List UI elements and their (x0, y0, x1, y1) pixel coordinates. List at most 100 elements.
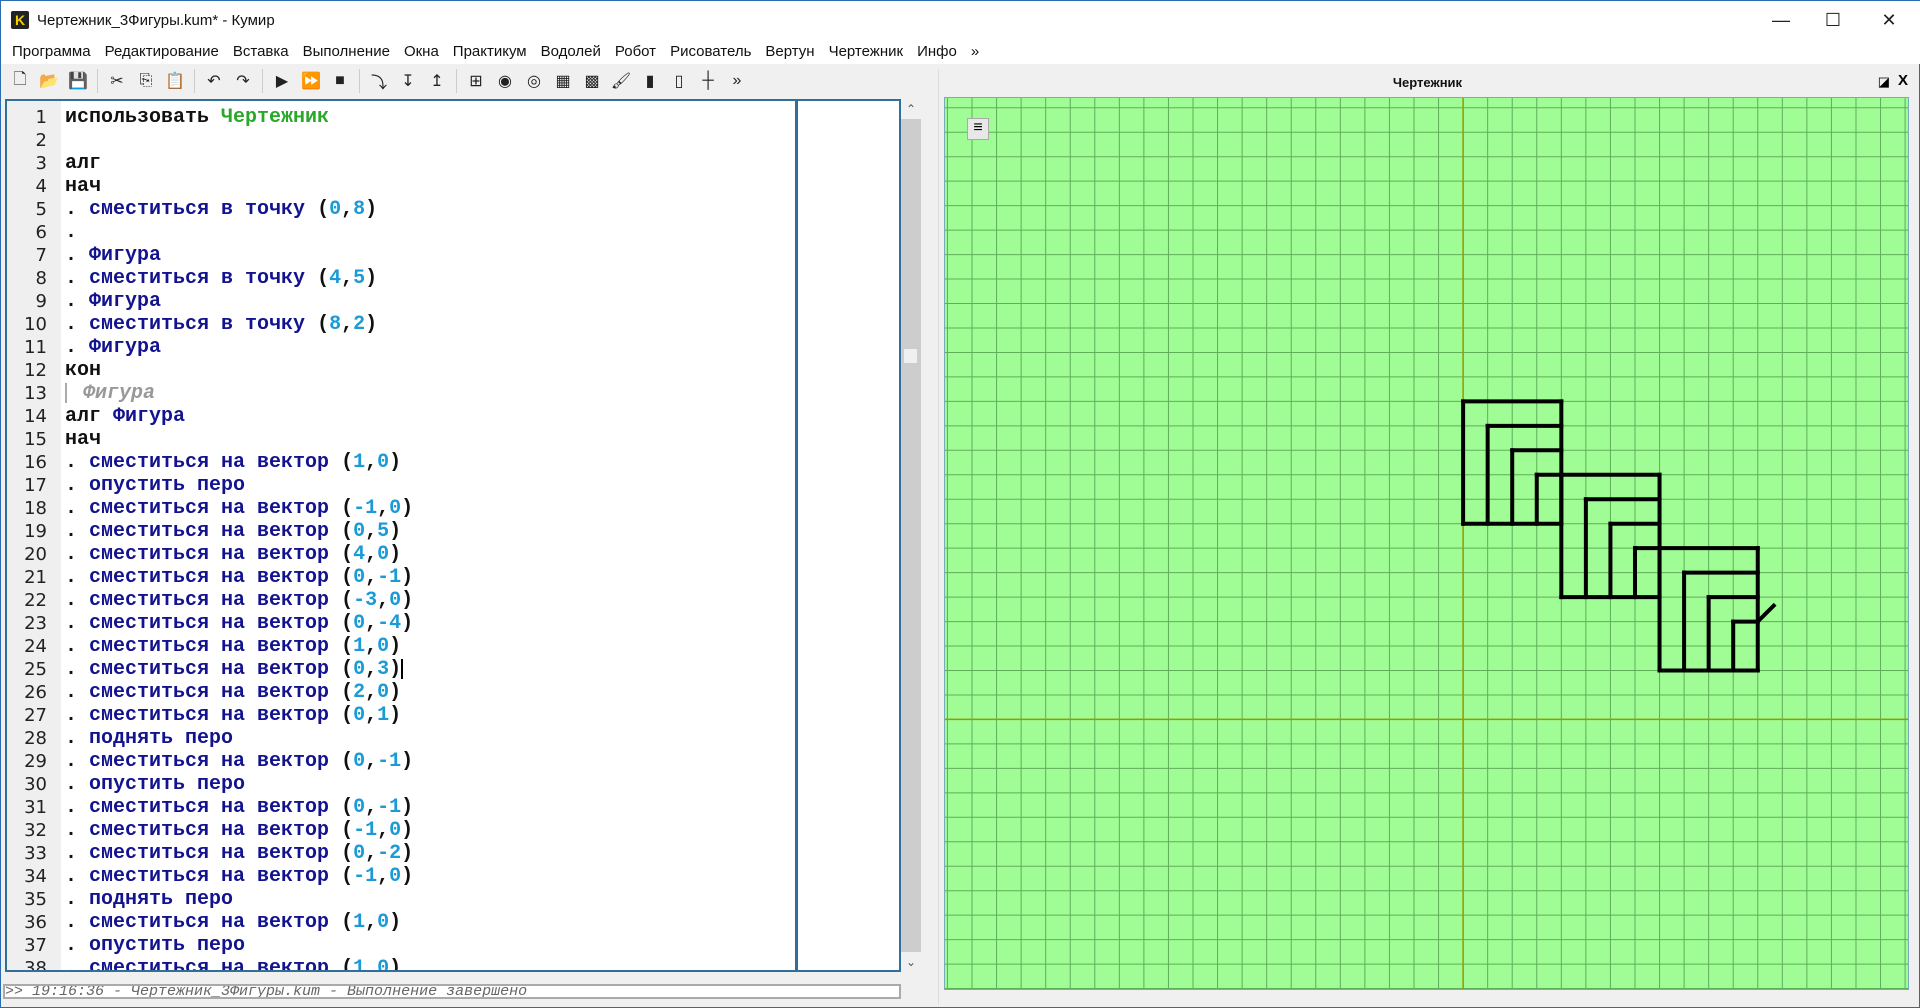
maximize-button[interactable]: ☐ (1805, 1, 1861, 39)
undo-button[interactable]: ↶ (201, 68, 227, 94)
code-line[interactable]: 33. сместиться на вектор (0,-2) (7, 842, 787, 865)
code-line[interactable]: 7. Фигура (7, 244, 787, 267)
code-line[interactable]: 6. (7, 221, 787, 244)
scrollbar-thumb[interactable] (904, 349, 917, 363)
code-line[interactable]: 11. Фигура (7, 336, 787, 359)
close-button[interactable]: ✕ (1861, 1, 1917, 39)
redo-button[interactable]: ↷ (230, 68, 256, 94)
code-line[interactable]: 5. сместиться в точку (0,8) (7, 198, 787, 221)
minimize-button[interactable]: — (1753, 1, 1809, 39)
code-line[interactable]: 19. сместиться на вектор (0,5) (7, 520, 787, 543)
menu-item-12[interactable]: » (964, 43, 986, 60)
code-text: . сместиться на вектор (0,-4) (65, 612, 413, 635)
code-line[interactable]: 27. сместиться на вектор (0,1) (7, 704, 787, 727)
token-act: сместиться на вектор (89, 819, 342, 842)
painter-actor-button[interactable]: 🖌 (608, 68, 634, 94)
scroll-up-icon[interactable]: ⌃ (901, 99, 921, 119)
float-panel-icon[interactable]: ◪ (1878, 74, 1890, 90)
menu-item-5[interactable]: Практикум (446, 43, 534, 60)
code-line[interactable]: 34. сместиться на вектор (-1,0) (7, 865, 787, 888)
code-line[interactable]: 10. сместиться в точку (8,2) (7, 313, 787, 336)
menu-item-7[interactable]: Робот (608, 43, 663, 60)
line-number: 21 (24, 567, 47, 588)
stop-button[interactable]: ■ (327, 68, 353, 94)
turtle-actor-button[interactable]: ▮ (637, 68, 663, 94)
step-run-button[interactable]: ⏩ (298, 68, 324, 94)
save-button[interactable]: 💾 (65, 68, 91, 94)
robot-actor-button[interactable]: ▦ (550, 68, 576, 94)
menu-item-2[interactable]: Вставка (226, 43, 296, 60)
menu-item-8[interactable]: Рисователь (663, 43, 758, 60)
cut-button[interactable]: ✂ (104, 68, 130, 94)
code-line[interactable]: 13 Фигура (7, 382, 787, 405)
token-pun: , (365, 566, 378, 589)
menu-item-9[interactable]: Вертун (758, 43, 821, 60)
line-number: 6 (35, 222, 47, 243)
vodoley-actor-button[interactable]: ◉ (492, 68, 518, 94)
menu-item-0[interactable]: Программа (5, 43, 98, 60)
code-line[interactable]: 18. сместиться на вектор (-1,0) (7, 497, 787, 520)
menu-icon[interactable]: ≡ (967, 118, 989, 140)
token-act: сместиться на вектор (89, 750, 342, 773)
code-line[interactable]: 16. сместиться на вектор (1,0) (7, 451, 787, 474)
menu-item-6[interactable]: Водолей (534, 43, 608, 60)
code-line[interactable]: 2 (7, 129, 787, 152)
code-line[interactable]: 23. сместиться на вектор (0,-4) (7, 612, 787, 635)
code-line[interactable]: 21. сместиться на вектор (0,-1) (7, 566, 787, 589)
token-pun: ) (401, 819, 414, 842)
code-line[interactable]: 36. сместиться на вектор (1,0) (7, 911, 787, 934)
code-line[interactable]: 32. сместиться на вектор (-1,0) (7, 819, 787, 842)
code-line[interactable]: 38. сместиться на вектор (1,0) (7, 957, 787, 970)
code-line[interactable]: 26. сместиться на вектор (2,0) (7, 681, 787, 704)
code-line[interactable]: 37. опустить перо (7, 934, 787, 957)
code-line[interactable]: 29. сместиться на вектор (0,-1) (7, 750, 787, 773)
token-pun: . (65, 336, 90, 359)
code-line[interactable]: 22. сместиться на вектор (-3,0) (7, 589, 787, 612)
code-line[interactable]: 25. сместиться на вектор (0,3) (7, 658, 787, 681)
code-line[interactable]: 3 алг (7, 152, 787, 175)
run-button[interactable]: ▶ (269, 68, 295, 94)
code-editor[interactable]: 1 использовать Чертежник 2 3 алг 4 нач 5. смест… (5, 99, 901, 972)
open-folder-button[interactable]: 📂 (36, 68, 62, 94)
code-line[interactable]: 9. Фигура (7, 290, 787, 313)
menu-item-11[interactable]: Инфо (910, 43, 964, 60)
more-button[interactable]: » (724, 68, 750, 94)
code-line[interactable]: 17. опустить перо (7, 474, 787, 497)
token-pun: . (65, 244, 90, 267)
code-line[interactable]: 12 кон (7, 359, 787, 382)
output-console[interactable]: >> 19:16:36 - Чертежник_3Фигуры.kum - Вы… (3, 984, 901, 999)
vodoley-window-button[interactable]: ◎ (521, 68, 547, 94)
close-panel-icon[interactable]: X (1898, 72, 1908, 89)
step-over-icon: ⤵ (370, 75, 387, 92)
code-line[interactable]: 28. поднять перо (7, 727, 787, 750)
code-line[interactable]: 15 нач (7, 428, 787, 451)
code-line[interactable]: 24. сместиться на вектор (1,0) (7, 635, 787, 658)
counter-actor-button[interactable]: ⊞ (463, 68, 489, 94)
code-line[interactable]: 14 алг Фигура (7, 405, 787, 428)
code-line[interactable]: 35. поднять перо (7, 888, 787, 911)
step-out-button[interactable]: ↥ (424, 68, 450, 94)
menu-item-10[interactable]: Чертежник (822, 43, 911, 60)
menu-item-3[interactable]: Выполнение (296, 43, 397, 60)
robot-window-button[interactable]: ▩ (579, 68, 605, 94)
code-line[interactable]: 30. опустить перо (7, 773, 787, 796)
drawer-actor-button[interactable]: ┼ (695, 68, 721, 94)
more-icon: » (732, 72, 742, 89)
menu-item-4[interactable]: Окна (397, 43, 446, 60)
code-line[interactable]: 20. сместиться на вектор (4,0) (7, 543, 787, 566)
scroll-down-icon[interactable]: ⌄ (901, 952, 921, 972)
toolbar-separator (359, 69, 360, 93)
turtle-window-button[interactable]: ▯ (666, 68, 692, 94)
step-into-button[interactable]: ↧ (395, 68, 421, 94)
menu-item-1[interactable]: Редактирование (98, 43, 226, 60)
new-file-button[interactable]: 🗋 (7, 68, 33, 94)
code-line[interactable]: 31. сместиться на вектор (0,-1) (7, 796, 787, 819)
step-over-button[interactable]: ⤵ (366, 68, 392, 94)
paste-button[interactable]: 📋 (162, 68, 188, 94)
code-line[interactable]: 8. сместиться в точку (4,5) (7, 267, 787, 290)
copy-button[interactable]: ⎘ (133, 68, 159, 94)
code-line[interactable]: 4 нач (7, 175, 787, 198)
drawer-canvas[interactable]: ≡ (944, 97, 1909, 990)
editor-scrollbar[interactable]: ⌃ ⌄ (901, 99, 921, 972)
code-line[interactable]: 1 использовать Чертежник (7, 106, 787, 129)
